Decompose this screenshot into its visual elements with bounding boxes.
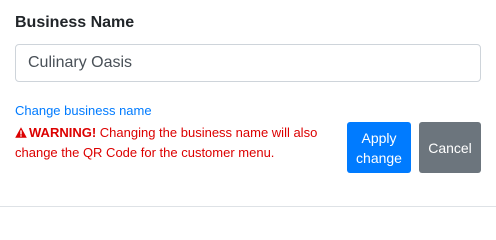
apply-change-button[interactable]: Apply change	[347, 122, 411, 173]
divider	[0, 206, 496, 207]
cancel-button[interactable]: Cancel	[419, 122, 481, 173]
apply-change-label-line2: change	[356, 149, 402, 166]
warning-strong-text: WARNING!	[29, 125, 97, 140]
change-business-name-link[interactable]: Change business name	[15, 103, 152, 119]
business-name-label: Business Name	[15, 14, 135, 31]
exclamation-triangle-icon	[15, 127, 27, 138]
business-name-input[interactable]	[15, 44, 481, 82]
apply-change-label-line1: Apply	[361, 129, 397, 146]
warning-message: WARNING! Changing the business name will…	[15, 123, 335, 163]
